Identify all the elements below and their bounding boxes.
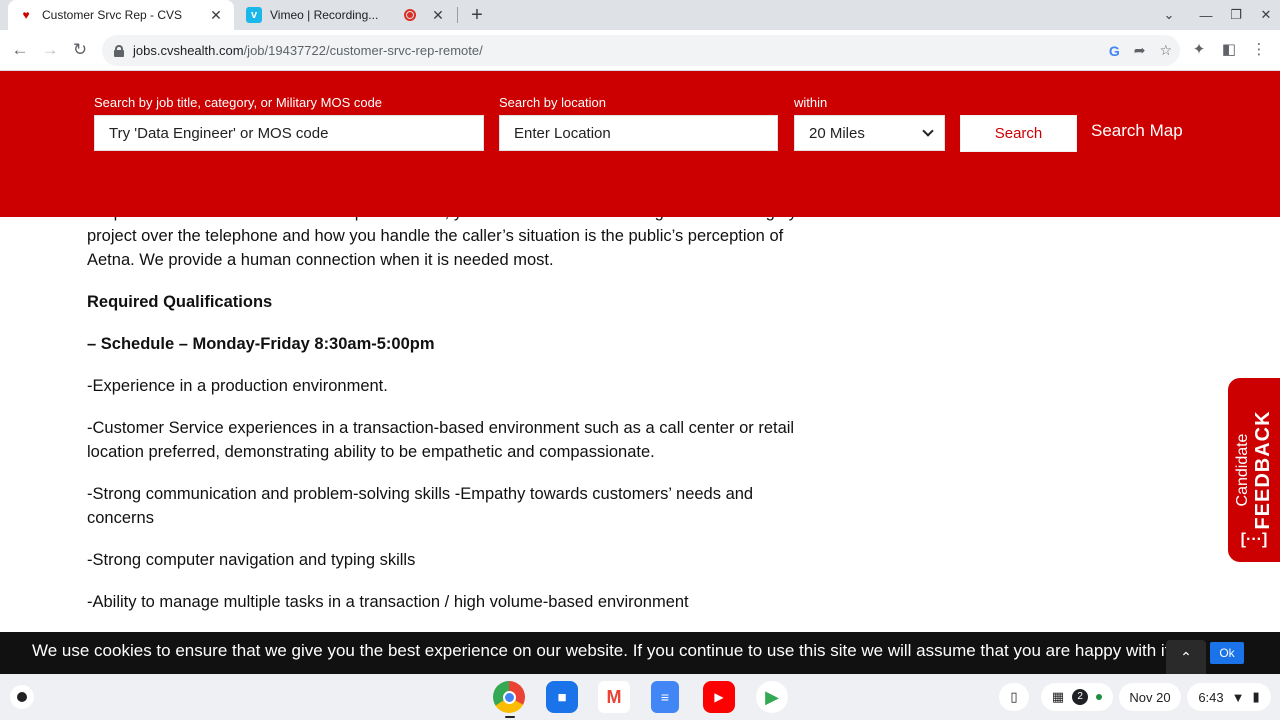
holding-space-icon: ▦ (1051, 689, 1065, 704)
chat-bracket-icon: [···] (1240, 531, 1268, 548)
feedback-label-small: Candidate (1234, 433, 1251, 507)
date-label: Nov 20 (1129, 689, 1171, 705)
cookie-message: We use cookies to ensure that we give yo… (32, 641, 1175, 660)
keyword-search-input[interactable]: Try 'Data Engineer' or MOS code (94, 115, 484, 151)
tote-tray[interactable]: ▦ 2 (1041, 683, 1113, 711)
tab-search-chevron-icon[interactable]: ⌄ (1155, 0, 1183, 30)
extensions-puzzle-icon[interactable]: ✦ (1187, 38, 1211, 62)
close-icon[interactable]: ✕ (208, 7, 224, 24)
phone-hub-icon[interactable]: ▯ (999, 683, 1029, 711)
system-tray[interactable]: 6:43 ▼ ▮ (1187, 683, 1271, 711)
tab-title: Customer Srvc Rep - CVS (42, 8, 183, 22)
schedule-line: – Schedule – Monday-Friday 8:30am-5:00pm (87, 335, 435, 353)
feedback-label-big: FEEDBACK (1252, 410, 1274, 530)
recording-icon (404, 9, 416, 21)
forward-icon[interactable]: → (38, 38, 62, 62)
bookmark-star-icon[interactable]: ☆ (1159, 42, 1172, 59)
window-close-icon[interactable]: ✕ (1252, 0, 1280, 30)
battery-icon: ▮ (1252, 689, 1260, 704)
tab-separator (457, 7, 458, 23)
chrome-icon[interactable] (493, 681, 525, 713)
scroll-up-chevron-icon[interactable]: ⌃ (1166, 640, 1206, 674)
location-search-input[interactable]: Enter Location (499, 115, 778, 151)
job-search-header: Search by job title, category, or Milita… (0, 71, 1280, 217)
search-map-link[interactable]: Search Map (1091, 121, 1183, 141)
google-lens-icon[interactable]: G (1109, 43, 1120, 59)
qualification-item: -Customer Service experiences in a trans… (87, 419, 795, 461)
candidate-feedback-tab[interactable]: Candidate FEEDBACK [···] (1228, 378, 1280, 562)
qualification-item: -Experience in a production environment. (87, 377, 388, 395)
play-store-icon[interactable]: ▶ (756, 681, 788, 713)
section-heading: Required Qualifications (87, 293, 273, 311)
reload-icon[interactable]: ↻ (68, 38, 92, 62)
job-description: hospitals. As a Customer Service Represe… (87, 200, 817, 632)
tab-title: Vimeo | Recording... (270, 8, 379, 22)
restore-icon[interactable]: ❐ (1222, 0, 1250, 30)
share-icon[interactable]: ➦ (1134, 42, 1146, 59)
gmail-icon[interactable]: M (598, 681, 630, 713)
minimize-icon[interactable]: — (1192, 0, 1220, 30)
back-icon[interactable]: ← (8, 38, 32, 62)
menu-kebab-icon[interactable]: ⋮ (1247, 38, 1271, 62)
close-icon[interactable]: ✕ (430, 7, 446, 24)
qualification-item: -Ability to manage multiple tasks in a t… (87, 593, 689, 611)
radius-value: 20 Miles (809, 124, 865, 142)
youtube-icon[interactable]: ▶ (703, 681, 735, 713)
side-panel-icon[interactable]: ◧ (1217, 38, 1241, 62)
launcher-icon[interactable] (10, 685, 34, 709)
search-button[interactable]: Search (960, 115, 1077, 152)
date-tray[interactable]: Nov 20 (1119, 683, 1181, 711)
tab-customer-srvc-rep[interactable]: ♥ Customer Srvc Rep - CVS ✕ (8, 0, 234, 30)
os-shelf: ■ M ≡ ▶ ▶ ▯ ▦ 2 Nov 20 6:43 ▼ ▮ (0, 674, 1280, 720)
tab-vimeo[interactable]: v Vimeo | Recording... ✕ (236, 0, 456, 30)
active-app-indicator (505, 716, 515, 718)
url-host: jobs.cvshealth.com (133, 43, 244, 58)
within-label: within (794, 95, 828, 110)
qualification-item: -Strong communication and problem-solvin… (87, 485, 754, 527)
location-label: Search by location (499, 95, 606, 110)
url-path: /job/19437722/customer-srvc-rep-remote/ (243, 43, 483, 58)
chevron-down-icon (922, 125, 934, 137)
keyword-placeholder: Try 'Data Engineer' or MOS code (109, 124, 329, 142)
notification-count: 2 (1072, 689, 1089, 705)
qualification-item: -Strong computer navigation and typing s… (87, 551, 416, 569)
radius-select[interactable]: 20 Miles (794, 115, 945, 151)
location-placeholder: Enter Location (514, 124, 611, 142)
status-dot-icon (1096, 694, 1103, 700)
vimeo-icon: v (246, 7, 262, 23)
files-icon[interactable]: ■ (546, 681, 578, 713)
wifi-icon: ▼ (1231, 689, 1245, 705)
cookie-banner: We use cookies to ensure that we give yo… (0, 632, 1280, 674)
heart-icon: ♥ (22, 8, 30, 22)
address-bar[interactable]: jobs.cvshealth.com/job/19437722/customer… (102, 35, 1180, 66)
keyword-label: Search by job title, category, or Milita… (94, 95, 383, 110)
lock-icon (114, 44, 124, 57)
browser-toolbar: ← → ↻ jobs.cvshealth.com/job/19437722/cu… (0, 30, 1280, 71)
cookie-ok-button[interactable]: Ok (1210, 642, 1244, 664)
browser-tab-strip: ♥ Customer Srvc Rep - CVS ✕ v Vimeo | Re… (0, 0, 1280, 30)
docs-icon[interactable]: ≡ (651, 681, 679, 713)
time-label: 6:43 (1198, 689, 1224, 705)
new-tab-button[interactable]: + (466, 4, 488, 26)
